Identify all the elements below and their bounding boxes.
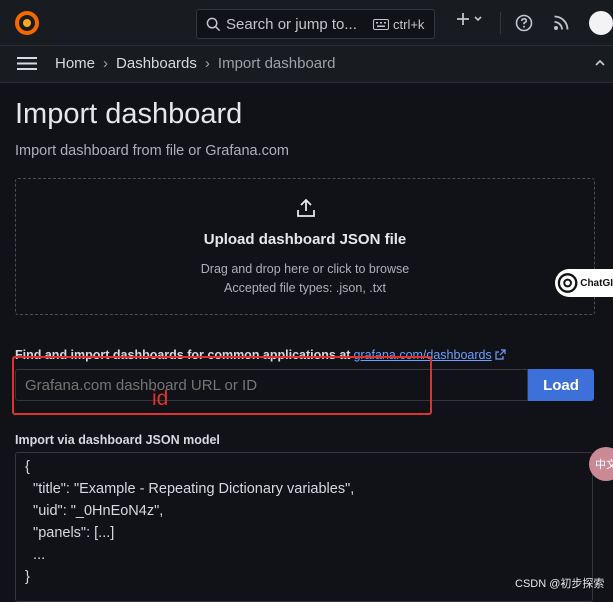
- upload-icon: [297, 198, 315, 217]
- annotation-id-text: id: [152, 387, 169, 410]
- plus-icon: [457, 13, 469, 25]
- top-navbar: Search or jump to... ctrl+k: [0, 0, 613, 46]
- upload-dropzone[interactable]: Upload dashboard JSON file Drag and drop…: [15, 178, 595, 315]
- breadcrumb-home[interactable]: Home: [55, 55, 95, 72]
- search-icon: [206, 17, 221, 32]
- toolbar-divider: [500, 12, 501, 34]
- upload-hint: Drag and drop here or click to browse: [200, 262, 410, 276]
- chatgpt-badge-label: ChatGI: [580, 277, 613, 289]
- json-line: "uid": "_0HnEoN4z",: [25, 503, 164, 519]
- load-button[interactable]: Load: [528, 369, 594, 401]
- json-model-label: Import via dashboard JSON model: [15, 433, 220, 447]
- json-line: "title": "Example - Repeating Dictionary…: [25, 481, 355, 497]
- breadcrumb-separator: ›: [103, 55, 109, 72]
- upload-title: Upload dashboard JSON file: [203, 231, 407, 248]
- breadcrumb-dashboards[interactable]: Dashboards: [116, 55, 197, 72]
- upload-file-types: Accepted file types: .json, .txt: [224, 281, 386, 295]
- breadcrumb-bar: Home › Dashboards › Import dashboard: [0, 46, 613, 83]
- rss-icon[interactable]: [553, 14, 570, 31]
- external-link-icon: [495, 349, 506, 360]
- page-title: Import dashboard: [15, 98, 243, 130]
- hamburger-menu-icon[interactable]: [17, 56, 37, 71]
- page-subtitle: Import dashboard from file or Grafana.co…: [15, 143, 290, 159]
- json-line: "panels": [...]: [25, 525, 115, 541]
- chevron-down-icon: [474, 16, 482, 22]
- json-line: ...: [25, 547, 46, 563]
- annotation-red-box: [12, 356, 432, 415]
- keyboard-icon: [373, 19, 389, 30]
- json-model-editor[interactable]: { "title": "Example - Repeating Dictiona…: [15, 452, 593, 602]
- breadcrumb-separator: ›: [204, 55, 210, 72]
- search-bar[interactable]: Search or jump to... ctrl+k: [196, 9, 435, 39]
- help-circle-icon[interactable]: [515, 14, 533, 32]
- breadcrumb-current: Import dashboard: [217, 55, 336, 72]
- search-shortcut: ctrl+k: [373, 17, 424, 32]
- search-placeholder: Search or jump to...: [226, 16, 357, 33]
- add-new-button[interactable]: [456, 12, 483, 26]
- watermark: CSDN @初步探索: [515, 578, 605, 590]
- shortcut-text: ctrl+k: [393, 17, 425, 32]
- chatgpt-extension-badge[interactable]: ChatGI: [555, 269, 613, 297]
- user-avatar[interactable]: [589, 11, 613, 35]
- breadcrumb: Home › Dashboards › Import dashboard: [55, 55, 335, 72]
- grafana-logo-icon[interactable]: [14, 10, 40, 36]
- chevron-up-icon[interactable]: [594, 58, 606, 68]
- chatgpt-logo-icon: [557, 273, 578, 293]
- json-line: {: [25, 459, 30, 475]
- json-line: }: [25, 569, 30, 585]
